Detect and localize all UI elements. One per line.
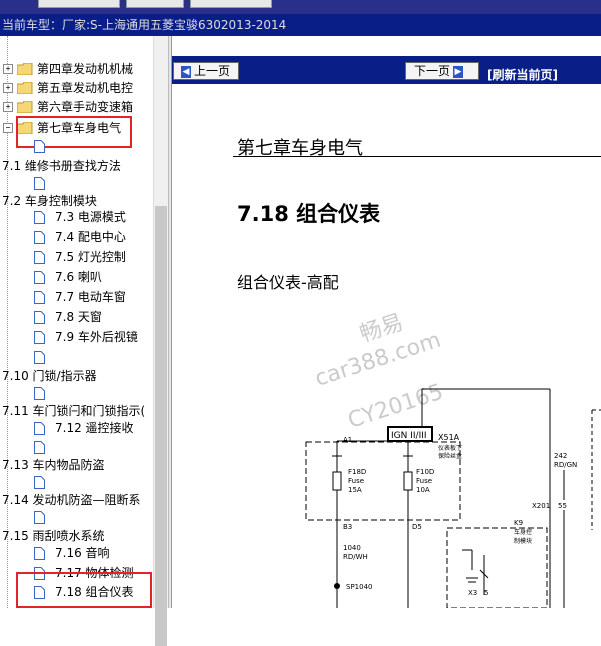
folder-icon bbox=[17, 101, 33, 113]
document-icon bbox=[34, 311, 45, 324]
expand-icon[interactable]: + bbox=[3, 83, 13, 93]
tree-chapter-6[interactable]: + 第六章手动变速箱 bbox=[0, 98, 150, 117]
document-icon bbox=[34, 331, 45, 344]
pin-5-label: 5 bbox=[484, 589, 488, 597]
section-subtitle: 组合仪表-高配 bbox=[237, 273, 339, 292]
a1-label: A1 bbox=[343, 436, 352, 444]
f18d-label: F18D bbox=[348, 468, 366, 476]
wire-1040-color: RD/WH bbox=[343, 553, 368, 561]
wire-242-label: 242 bbox=[554, 452, 567, 460]
k9-desc-1: 车身控 bbox=[514, 528, 532, 536]
wire-242-color: RD/GN bbox=[554, 461, 577, 469]
pin-55-label: 55 bbox=[558, 502, 567, 510]
folder-icon bbox=[17, 63, 33, 75]
document-icon bbox=[34, 441, 45, 454]
f18d-amp-label: 15A bbox=[348, 486, 362, 494]
document-icon bbox=[34, 271, 45, 284]
refresh-link[interactable]: [刷新当前页] bbox=[487, 66, 558, 83]
x51a-desc-2: 保险丝盒 bbox=[438, 452, 462, 460]
document-icon bbox=[34, 251, 45, 264]
k9-desc-2: 制模块 bbox=[514, 537, 532, 545]
arrow-left-icon: ◀ bbox=[181, 65, 191, 78]
f18d-fuse-label: Fuse bbox=[348, 477, 364, 485]
x3-label: X3 bbox=[468, 589, 477, 597]
f10d-amp-label: 10A bbox=[416, 486, 430, 494]
ign-label: IGN II/III bbox=[391, 431, 427, 441]
model-value: 厂家:S-上海通用五菱宝骏6302013-2014 bbox=[62, 18, 287, 32]
scrollbar-thumb[interactable] bbox=[155, 206, 167, 646]
highlight-box-item bbox=[16, 572, 152, 608]
f10d-fuse-label: Fuse bbox=[416, 477, 432, 485]
next-page-button[interactable]: 下一页 ▶ bbox=[405, 62, 479, 80]
folder-icon bbox=[17, 82, 33, 94]
document-icon bbox=[34, 387, 45, 400]
x51a-label: X51A bbox=[438, 433, 460, 442]
toolbar-button-3[interactable] bbox=[190, 0, 272, 8]
expand-icon[interactable]: + bbox=[3, 102, 13, 112]
sidebar-scrollbar[interactable] bbox=[153, 36, 168, 646]
document-icon bbox=[34, 547, 45, 560]
f10d-label: F10D bbox=[416, 468, 434, 476]
document-icon bbox=[34, 291, 45, 304]
document-icon bbox=[34, 511, 45, 524]
x201-label: X201 bbox=[532, 502, 550, 510]
document-icon bbox=[34, 351, 45, 364]
d5-label: D5 bbox=[412, 523, 422, 531]
toolbar-button-2[interactable] bbox=[126, 0, 184, 8]
x51a-desc-1: 仪表板下 bbox=[438, 444, 462, 452]
document-icon bbox=[34, 140, 45, 153]
model-label: 当前车型： bbox=[2, 18, 63, 32]
document-icon bbox=[34, 231, 45, 244]
sidebar-tree: + 第四章发动机机械 + 第五章发动机电控 + 第六章手动变速箱 − 第七章车身… bbox=[0, 36, 172, 608]
wire-1040-label: 1040 bbox=[343, 544, 361, 552]
k9-label: K9 bbox=[514, 519, 523, 527]
expand-icon[interactable]: + bbox=[3, 64, 13, 74]
toolbar-button-1[interactable] bbox=[38, 0, 120, 8]
arrow-right-icon: ▶ bbox=[453, 65, 464, 78]
current-model-bar: 当前车型：厂家:S-上海通用五菱宝骏6302013-2014 bbox=[0, 14, 601, 36]
tree-chapter-5[interactable]: + 第五章发动机电控 bbox=[0, 79, 150, 98]
document-icon bbox=[34, 177, 45, 190]
chapter-underline bbox=[233, 156, 601, 157]
document-icon bbox=[34, 422, 45, 435]
sp1040-label: SP1040 bbox=[346, 583, 372, 591]
document-icon bbox=[34, 211, 45, 224]
section-title: 7.18 组合仪表 bbox=[237, 202, 381, 226]
top-toolbar bbox=[0, 0, 601, 14]
tree-chapter-4[interactable]: + 第四章发动机机械 bbox=[0, 60, 150, 79]
document-icon bbox=[34, 476, 45, 489]
wiring-diagram: IGN II/III X51A 仪表板下 保险丝盒 A1 F18D Fuse 1… bbox=[305, 388, 601, 608]
collapse-icon[interactable]: − bbox=[3, 123, 13, 133]
prev-page-button[interactable]: ◀ 上一页 bbox=[173, 62, 239, 80]
b3-label: B3 bbox=[343, 523, 352, 531]
